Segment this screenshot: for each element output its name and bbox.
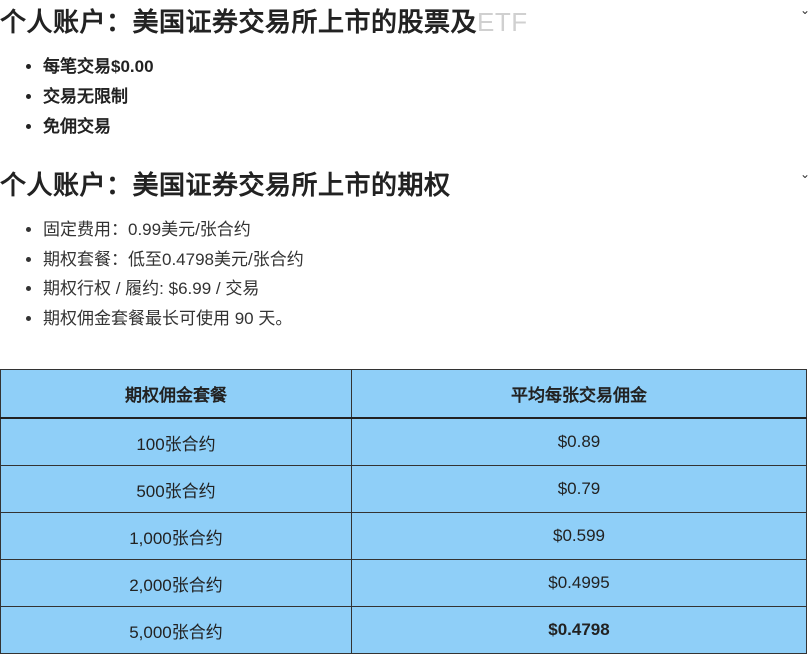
- table-cell-commission: $0.89: [351, 417, 807, 466]
- chevron-down-icon[interactable]: ⌄: [800, 168, 808, 180]
- table-header-row: 期权佣金套餐 平均每张交易佣金: [0, 369, 807, 419]
- stocks-features-list: 每笔交易$0.00 交易无限制 免佣交易: [22, 57, 154, 147]
- chevron-down-icon[interactable]: ⌄: [800, 4, 808, 16]
- column-header-package: 期权佣金套餐: [0, 369, 352, 419]
- list-item: 期权行权 / 履约: $6.99 / 交易: [43, 279, 304, 309]
- table-cell-package: 500张合约: [0, 465, 352, 513]
- table-cell-commission: $0.599: [351, 512, 807, 560]
- list-item: 交易无限制: [43, 87, 154, 117]
- table-cell-package: 5,000张合约: [0, 606, 352, 654]
- table-cell-commission: $0.4995: [351, 559, 807, 607]
- table-row: 5,000张合约 $0.4798: [0, 606, 807, 654]
- table-row: 100张合约 $0.89: [0, 417, 807, 466]
- table-row: 2,000张合约 $0.4995: [0, 559, 807, 607]
- table-cell-package: 2,000张合约: [0, 559, 352, 607]
- table-cell-package: 1,000张合约: [0, 512, 352, 560]
- section-heading-options-text: 个人账户：美国证券交易所上市的期权: [0, 170, 451, 200]
- list-item: 固定费用：0.99美元/张合约: [43, 220, 304, 250]
- table-cell-commission: $0.4798: [351, 606, 807, 654]
- list-item: 期权套餐：低至0.4798美元/张合约: [43, 250, 304, 280]
- list-item: 每笔交易$0.00: [43, 57, 154, 87]
- list-item: 免佣交易: [43, 117, 154, 147]
- column-header-avg-commission: 平均每张交易佣金: [351, 369, 807, 419]
- section-heading-options: 个人账户：美国证券交易所上市的期权: [0, 165, 451, 202]
- list-item: 期权佣金套餐最长可使用 90 天。: [43, 309, 304, 339]
- table-cell-commission: $0.79: [351, 465, 807, 513]
- table-row: 500张合约 $0.79: [0, 465, 807, 513]
- options-commission-table: 期权佣金套餐 平均每张交易佣金 100张合约 $0.89 500张合约 $0.7…: [0, 369, 807, 654]
- table-row: 1,000张合约 $0.599: [0, 512, 807, 560]
- section-heading-stocks: 个人账户：美国证券交易所上市的股票及ETF: [0, 2, 528, 39]
- section-heading-stocks-text: 个人账户：美国证券交易所上市的股票及: [0, 7, 478, 37]
- section-heading-stocks-suffix: ETF: [477, 7, 528, 37]
- options-features-list: 固定费用：0.99美元/张合约 期权套餐：低至0.4798美元/张合约 期权行权…: [22, 220, 304, 338]
- table-cell-package: 100张合约: [0, 417, 352, 466]
